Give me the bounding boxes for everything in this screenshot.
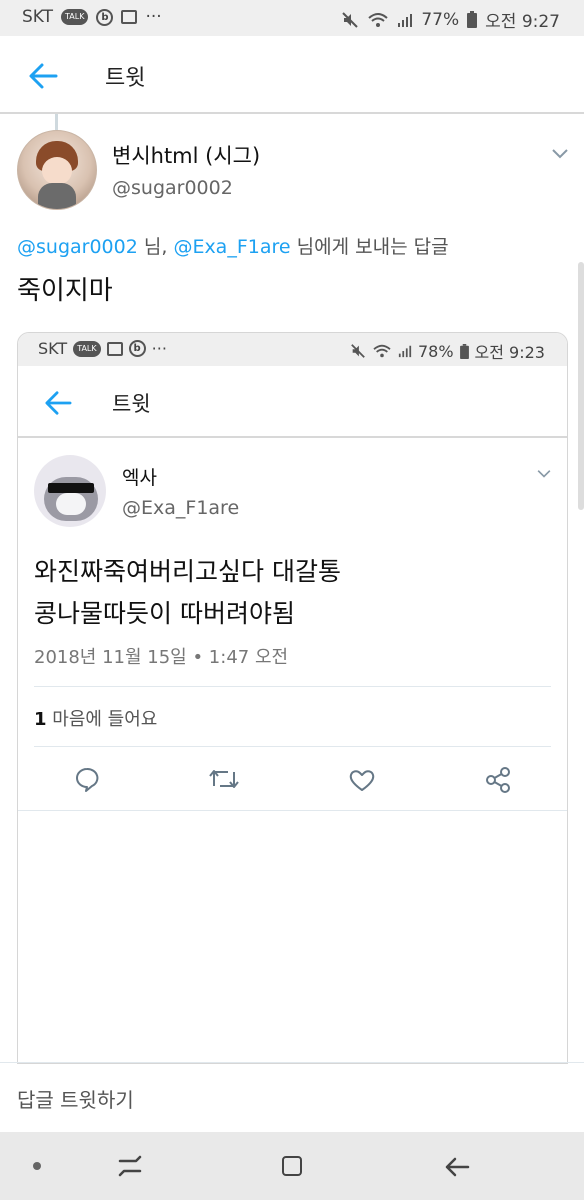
embedded-kakaotalk-icon: TALK <box>73 340 101 357</box>
embedded-tweet-text-line-2: 콩나물따듯이 따버려야됨 <box>34 599 295 628</box>
mute-icon <box>342 11 359 28</box>
embedded-wifi-icon <box>373 344 391 358</box>
embedded-page-title: 트윗 <box>112 392 151 416</box>
embedded-likes-row: 1 마음에 들어요 <box>34 705 157 731</box>
reply-separator: 님, <box>143 236 168 258</box>
embedded-clock: 오전 9:23 <box>474 343 545 362</box>
user-handle[interactable]: @sugar0002 <box>112 177 233 199</box>
avatar-body <box>38 183 76 209</box>
embedded-divider-2 <box>34 746 551 747</box>
avatar-face <box>42 157 72 185</box>
embedded-gallery-icon <box>106 341 123 356</box>
thread-line <box>55 114 58 130</box>
embedded-carrier-label: SKT <box>38 339 68 358</box>
embedded-band-icon: b <box>128 340 146 357</box>
embedded-reply-icon <box>76 767 99 792</box>
embedded-status-bar: SKT TALK b ··· 78% 오전 9:23 <box>18 333 567 366</box>
nav-back-icon[interactable] <box>444 1156 470 1178</box>
tweet-text: 죽이지마 <box>17 276 113 306</box>
embedded-retweet-icon <box>209 770 239 788</box>
recent-apps-icon[interactable] <box>117 1155 143 1177</box>
wifi-icon <box>368 12 389 27</box>
reply-bar-divider <box>0 1062 584 1063</box>
embedded-battery-percent: 78% <box>417 341 454 361</box>
dot-icon[interactable] <box>33 1162 41 1170</box>
signal-icon <box>398 13 413 27</box>
back-arrow-icon[interactable] <box>28 62 58 90</box>
battery-percent: 77% <box>421 9 460 30</box>
attached-screenshot[interactable]: SKT TALK b ··· 78% 오전 9:23 트윗 엑사 @Exa_F1… <box>17 332 568 1064</box>
navigation-bar <box>0 1132 584 1200</box>
embedded-back-arrow-icon <box>45 391 72 415</box>
embedded-display-name: 엑사 <box>122 467 157 489</box>
reply-to-label: 님에게 보내는 답글 <box>296 236 449 258</box>
carrier-label: SKT <box>22 7 54 27</box>
band-icon: b <box>96 8 114 26</box>
embedded-signal-icon <box>398 345 412 358</box>
embedded-tweet-text: 와진짜죽여버리고싶다 대갈통 콩나물따듯이 따버려야됨 <box>34 551 341 635</box>
clock: 오전 9:27 <box>485 12 560 32</box>
status-bar: SKT TALK b ··· 77% 오전 9:27 <box>0 0 584 36</box>
embedded-divider-1 <box>34 686 551 687</box>
scrollbar-thumb[interactable] <box>578 262 584 510</box>
embedded-avatar-sunglasses <box>48 483 94 493</box>
battery-icon <box>467 11 478 28</box>
status-right: 77% 오전 9:27 <box>341 7 560 32</box>
embedded-like-icon <box>349 770 375 791</box>
embedded-mute-icon <box>351 344 365 358</box>
gallery-icon <box>121 10 138 24</box>
embedded-likes-label: 마음에 들어요 <box>52 709 158 730</box>
more-notifications-icon: ··· <box>145 7 162 27</box>
embedded-likes-count: 1 <box>34 709 47 730</box>
embedded-user-handle: @Exa_F1are <box>122 497 240 519</box>
embedded-tweet-text-line-1: 와진짜죽여버리고싶다 대갈통 <box>34 557 341 586</box>
embedded-app-bar: 트윗 <box>18 366 567 438</box>
chevron-down-icon[interactable] <box>551 148 569 160</box>
mention-exa-f1are[interactable]: @Exa_F1are <box>173 236 290 258</box>
embedded-status-right: 78% 오전 9:23 <box>350 339 545 363</box>
embedded-avatar-cat-face <box>56 493 86 515</box>
embedded-battery-icon <box>459 343 469 359</box>
embedded-chevron-down-icon <box>537 470 551 478</box>
embedded-share-icon <box>486 767 510 793</box>
reply-input[interactable]: 답글 트윗하기 <box>17 1084 134 1113</box>
page-title: 트윗 <box>105 66 146 91</box>
embedded-divider-3 <box>18 810 567 811</box>
embedded-timestamp: 2018년 11월 15일 • 1:47 오전 <box>34 647 289 668</box>
kakaotalk-icon: TALK <box>61 9 89 25</box>
home-icon[interactable] <box>282 1156 302 1176</box>
embedded-more-notifications-icon: ··· <box>151 339 167 358</box>
status-left: SKT TALK b ··· <box>22 7 162 27</box>
embedded-avatar <box>34 455 106 527</box>
embedded-status-left: SKT TALK b ··· <box>38 339 167 358</box>
mention-sugar0002[interactable]: @sugar0002 <box>17 236 138 258</box>
app-bar: 트윗 <box>0 36 584 114</box>
display-name[interactable]: 변시html (시그) <box>112 140 260 170</box>
avatar[interactable] <box>17 130 97 210</box>
reply-to-line: @sugar0002 님, @Exa_F1are 님에게 보내는 답글 <box>17 232 449 259</box>
